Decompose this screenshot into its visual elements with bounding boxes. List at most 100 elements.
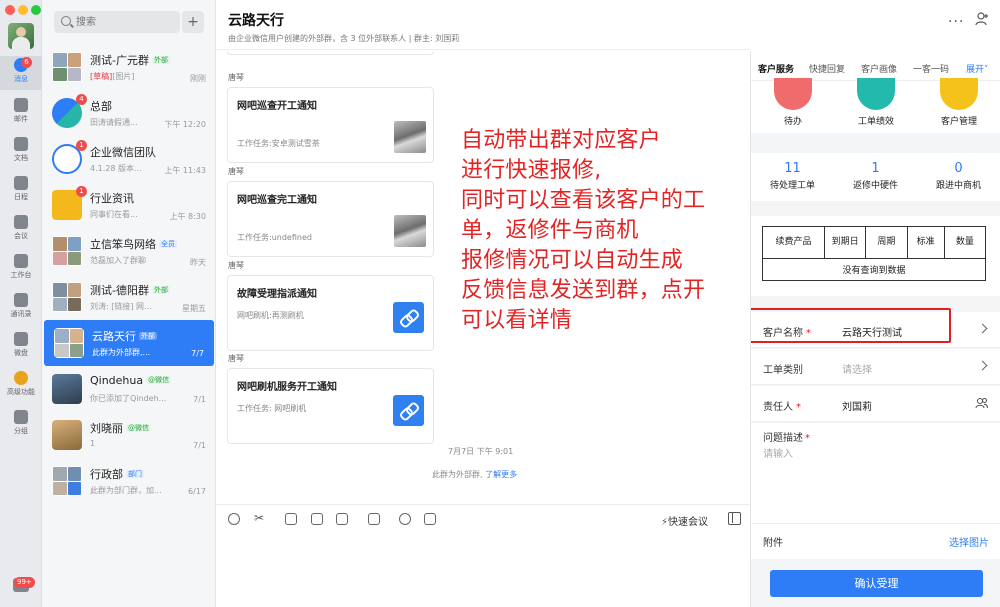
calendar-icon [14,176,28,190]
conversation-list: + 测试-广元群外部 [草稿][图片] 刚刚 4 总部 田涛请假通... 下午 … [42,0,216,607]
search-icon [61,16,71,26]
learn-more-link[interactable]: 了解更多 [485,470,517,479]
user-avatar[interactable] [8,23,34,49]
conversation-item[interactable]: 测试-德阳群 外部 刘涛: [链接] 网... 星期五 [42,274,215,320]
conversation-item[interactable]: 刘晓丽 @微信 1 7/1 [42,412,215,458]
more-options-icon[interactable]: ··· [948,14,964,30]
unread-badge: 1 [76,186,87,197]
nav-meeting[interactable]: 会议 [0,213,42,247]
stat-pending-tickets[interactable]: 11 待处理工单 [751,161,834,191]
advanced-features-icon [14,371,28,385]
conversation-item-selected[interactable]: 云路天行 外部 此群为外部群,... 7/7 [44,320,214,366]
quick-meeting-button[interactable]: ⚡快速会议 [661,513,708,528]
notification-card[interactable]: 网吧刷机服务开工通知 工作任务: 网吧刷机 [227,368,434,444]
tab-customer-code[interactable]: 一客一码 [913,62,949,75]
drive-icon [14,332,28,346]
message-list[interactable]: 唐琴 网吧巡查开工通知 工作任务:安卓测试雪茶 唐琴 网吧巡查完工通知 工作任务… [216,51,750,503]
department-tag: 部门 [126,470,144,478]
panel-tabs: 客户服务 快捷回复 客户画像 一客一码 展开˅ [751,51,1000,81]
ticket-type-row[interactable]: 工单类别 请选择 [751,349,1000,385]
column-header: 续费产品 [762,226,825,259]
meeting-icon [14,215,28,229]
conversation-item[interactable]: 行政部 部门 此群为部门群，加... 6/17 [42,458,215,504]
workbench-icon [14,254,28,268]
column-header: 周期 [865,226,908,259]
chevron-right-icon [977,323,988,334]
message-sender: 唐琴 [228,167,244,176]
link-icon [393,302,424,333]
nav-messages[interactable]: 消息 6 [0,56,42,90]
add-button[interactable]: + [182,11,204,33]
document-icon [14,137,28,151]
stat-repair-hardware[interactable]: 1 返修中硬件 [834,161,917,191]
customer-management-button[interactable]: 客户管理 [919,78,999,127]
tab-customer-service[interactable]: 客户服务 [758,62,794,75]
contact-avatar [52,374,82,404]
required-mark: * [796,402,801,413]
message-sender: 唐琴 [228,73,244,82]
photo-thumbnail [394,215,426,247]
todo-button[interactable]: 待办 [753,78,833,127]
external-tag: 外部 [151,286,170,294]
group-avatar [52,466,82,496]
conversation-item[interactable]: 4 总部 田涛请假通... 下午 12:20 [42,90,215,136]
search-input[interactable] [76,14,176,30]
conversation-item[interactable]: 1 行业资讯 同事们在看... 上午 8:30 [42,182,215,228]
search-box[interactable] [54,11,180,33]
tab-quick-reply[interactable]: 快捷回复 [809,62,845,75]
nav-groups[interactable]: 分组 [0,408,42,442]
customer-name-value: 云路天行测试 [842,328,902,339]
minimize-window-button[interactable] [18,5,28,15]
conversation-item[interactable]: 1 企业微信团队 4.1.28 版本... 上午 11:43 [42,136,215,182]
notification-card[interactable]: 网吧巡查开工通知 工作任务:安卓测试雪茶 [227,87,434,163]
scissors-icon[interactable]: ✂ [254,512,266,525]
contacts-icon [14,293,28,307]
stat-opportunities[interactable]: 0 跟进中商机 [917,161,1000,191]
problem-description[interactable]: 问题描述 * 请输入 [751,423,1000,523]
nav-advanced[interactable]: 高级功能 [0,369,42,403]
nav-workbench[interactable]: 工作台 [0,252,42,286]
more-icon[interactable] [399,513,411,525]
customer-name-row[interactable]: 客户名称 * 云路天行测试 [751,308,1000,348]
ticket-type-placeholder: 请选择 [842,365,872,376]
message-editor[interactable] [216,533,750,607]
notification-card[interactable]: 网吧巡查完工通知 工作任务:undefined [227,181,434,257]
nav-drive[interactable]: 微盘 [0,330,42,364]
tab-expand[interactable]: 展开˅ [966,62,989,75]
nav-calendar[interactable]: 日程 [0,174,42,208]
conversation-item[interactable]: 立信笨鸟网络 全员 范磊加入了群聊 昨天 [42,228,215,274]
folder-icon[interactable] [368,513,380,525]
confirm-accept-button[interactable]: 确认受理 [770,570,983,597]
message-timestamp: 7月7日 下午 9:01 [448,447,514,456]
people-icon[interactable] [975,397,988,409]
messages-unread-badge: 6 [21,57,32,68]
conversation-item[interactable]: Qindehua @微信 你已添加了Qindeh... 7/1 [42,366,215,412]
message-sender: 唐琴 [228,354,244,363]
close-window-button[interactable] [5,5,15,15]
choose-image-link[interactable]: 选择图片 [949,534,989,549]
notification-card[interactable]: 故障受理指派通知 网吧刷机:再测刷机 [227,275,434,351]
nav-contacts[interactable]: 通讯录 [0,291,42,325]
emoji-icon[interactable] [228,513,240,525]
tab-customer-profile[interactable]: 客户画像 [861,62,897,75]
checklist-icon[interactable] [336,513,348,525]
input-toolbar: ✂ ⚡快速会议 [216,504,750,532]
ticket-performance-button[interactable]: 工单绩效 [836,78,916,127]
todo-icon [774,78,812,110]
mail-icon [14,98,28,112]
nav-mail[interactable]: 邮件 [0,96,42,130]
owner-row[interactable]: 责任人 * 刘国莉 [751,386,1000,422]
external-tag: 外部 [151,56,170,64]
chevron-right-icon [977,360,988,371]
empty-state: 没有查询到数据 [762,258,986,281]
document-icon[interactable] [311,513,323,525]
add-member-icon[interactable] [975,12,989,26]
zoom-window-button[interactable] [31,5,41,15]
nav-docs[interactable]: 文档 [0,135,42,169]
bottom-unread-badge: 99+ [14,577,35,588]
image-icon[interactable] [285,513,297,525]
required-mark: * [806,328,811,339]
conversation-item[interactable]: 测试-广元群 外部 [草稿][图片] 刚刚 [42,44,215,90]
comment-icon[interactable] [424,513,436,525]
sidebar-toggle-icon[interactable] [728,512,741,525]
